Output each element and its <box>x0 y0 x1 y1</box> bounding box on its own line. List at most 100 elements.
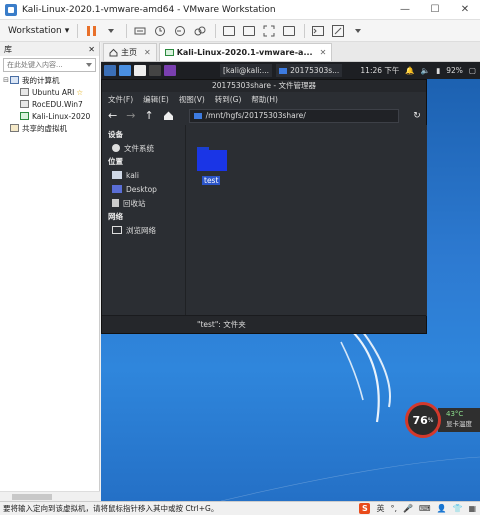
menu-view[interactable]: 视图(V) <box>179 94 205 105</box>
thumbnail-bar-button[interactable] <box>240 23 258 39</box>
sidebar-item-label: 文件系统 <box>124 143 154 153</box>
menu-file[interactable]: 文件(F) <box>108 94 133 105</box>
tree-item-label: Kali-Linux-2020 <box>32 111 91 121</box>
window-title: Kali-Linux-2020.1-vmware-amd64 - VMware … <box>22 4 276 15</box>
taskbar-file-manager[interactable]: 20175303s... <box>276 64 343 77</box>
tree-item-vm[interactable]: Ubuntu ARI ☆ <box>0 86 99 98</box>
snapshot-button[interactable] <box>151 23 169 39</box>
punctuation-icon[interactable]: °, <box>390 504 397 513</box>
sidebar-item-browse-network[interactable]: 浏览网络 <box>102 223 185 237</box>
folder-icon <box>279 67 288 74</box>
microphone-icon[interactable]: 🎤 <box>403 504 413 513</box>
home-icon[interactable] <box>163 110 174 121</box>
back-arrow-icon[interactable]: ← <box>108 109 117 122</box>
workspace-1-icon[interactable] <box>119 65 131 76</box>
toolbar-divider <box>126 23 128 38</box>
tree-item-vm-running[interactable]: Kali-Linux-2020 <box>0 110 99 122</box>
folder-icon[interactable] <box>197 147 227 171</box>
usage-gauge: 76% <box>405 402 441 438</box>
grid-icon[interactable]: ▦ <box>468 504 476 513</box>
reload-icon[interactable]: ↻ <box>408 111 426 121</box>
scrollbar-thumb[interactable] <box>12 494 52 500</box>
sidebar-item-filesystem[interactable]: 文件系统 <box>102 141 185 155</box>
stretch-guest-button[interactable] <box>329 23 347 39</box>
vmware-logo-icon <box>5 3 17 16</box>
notification-bell-icon[interactable]: 🔔 <box>405 66 414 75</box>
volume-icon[interactable]: 🔈 <box>421 66 430 75</box>
menu-edit[interactable]: 编辑(E) <box>143 94 169 105</box>
tree-item-shared-vms[interactable]: 共享的虚拟机 <box>0 122 99 134</box>
library-search-input[interactable] <box>7 61 86 69</box>
ime-language[interactable]: 英 <box>376 503 384 514</box>
file-manager-navbar: ← → ↑ /mnt/hgfs/20175303share/ ↻ <box>102 107 426 124</box>
system-tray: 11:26 下午 🔔 🔈 ▮ 92% ▢ <box>360 65 480 76</box>
kali-menu-icon[interactable] <box>104 65 116 76</box>
tab-kali-vm[interactable]: Kali-Linux-2020.1-vmware-a... ✕ <box>158 43 333 61</box>
forward-arrow-icon[interactable]: → <box>126 109 135 122</box>
maximize-button[interactable]: ☐ <box>420 0 450 20</box>
library-panel: 库 ✕ ⊟ 我的计算机 Ubuntu ARI ☆ RocEDU.Win7 Kal… <box>0 42 100 501</box>
user-icon[interactable]: 👤 <box>437 504 447 513</box>
workspace-2-icon[interactable] <box>134 65 146 76</box>
lock-screen-icon[interactable]: ▢ <box>469 66 476 75</box>
shirt-icon[interactable]: 👕 <box>452 504 462 513</box>
desktop-icon <box>112 185 122 193</box>
menu-help[interactable]: 帮助(H) <box>251 94 278 105</box>
location-bar[interactable]: /mnt/hgfs/20175303share/ <box>188 108 399 123</box>
file-manager-menubar: 文件(F) 编辑(E) 视图(V) 转到(G) 帮助(H) <box>102 92 426 107</box>
chevron-down-icon[interactable] <box>86 62 92 68</box>
revert-snapshot-button[interactable] <box>171 23 189 39</box>
library-close-button[interactable]: ✕ <box>88 45 95 54</box>
battery-percent: 92% <box>446 66 463 75</box>
vm-running-icon <box>164 49 174 56</box>
snapshot-manager-button[interactable] <box>191 23 209 39</box>
menu-go[interactable]: 转到(G) <box>215 94 242 105</box>
minimize-button[interactable]: — <box>390 0 420 20</box>
send-ctrl-alt-del-button[interactable] <box>131 23 149 39</box>
battery-icon[interactable]: ▮ <box>436 66 440 75</box>
power-dropdown[interactable] <box>102 23 120 39</box>
chevron-down-icon: ▾ <box>64 25 70 36</box>
workstation-menu[interactable]: Workstation ▾ <box>4 24 73 38</box>
sidebar-heading-places: 位置 <box>108 157 123 166</box>
sogou-ime-icon[interactable]: S <box>359 503 371 514</box>
sidebar-item-kali[interactable]: kali <box>102 168 185 182</box>
pause-button[interactable] <box>82 23 100 39</box>
tree-item-label: RocEDU.Win7 <box>32 99 83 109</box>
vm-display[interactable]: [kali@kali:... 20175303s... 11:26 下午 🔔 🔈… <box>101 62 480 501</box>
tree-item-my-computer[interactable]: ⊟ 我的计算机 <box>0 74 99 86</box>
computer-icon <box>10 76 19 84</box>
sidebar-heading-devices: 设备 <box>108 130 123 139</box>
sidebar-item-desktop[interactable]: Desktop <box>102 182 185 196</box>
show-library-button[interactable] <box>220 23 238 39</box>
hardware-monitor-widget[interactable]: 43°C 显卡温度 76% <box>405 401 480 439</box>
task-label: [kali@kali:... <box>223 66 270 75</box>
taskbar-terminal[interactable]: [kali@kali:... <box>220 64 273 77</box>
close-button[interactable]: ✕ <box>450 0 480 20</box>
file-manager-window: 20175303share - 文件管理器 文件(F) 编辑(E) 视图(V) … <box>101 79 427 334</box>
keyboard-icon[interactable]: ⌨ <box>419 504 431 513</box>
fullscreen-button[interactable] <box>260 23 278 39</box>
up-arrow-icon[interactable]: ↑ <box>144 109 153 122</box>
sidebar-item-label: kali <box>126 170 139 180</box>
workspace-3-icon[interactable] <box>149 65 161 76</box>
tab-label: 主页 <box>121 48 137 57</box>
tab-label: Kali-Linux-2020.1-vmware-a... <box>176 48 313 57</box>
folder-name-label[interactable]: test <box>202 176 221 185</box>
close-icon[interactable]: ✕ <box>144 48 151 57</box>
close-icon[interactable]: ✕ <box>320 48 327 57</box>
collapse-icon[interactable]: ⊟ <box>2 76 10 84</box>
tab-home[interactable]: 主页 ✕ <box>103 43 157 61</box>
gpu-temp-label: 显卡温度 <box>446 420 472 428</box>
console-view-button[interactable] <box>309 23 327 39</box>
tree-item-vm[interactable]: RocEDU.Win7 <box>0 98 99 110</box>
panel-clock[interactable]: 11:26 下午 <box>360 65 399 76</box>
workstation-menu-label: Workstation <box>8 25 62 36</box>
library-horizontal-scrollbar[interactable] <box>0 491 100 501</box>
file-list-area[interactable]: test <box>187 125 427 316</box>
unity-button[interactable] <box>280 23 298 39</box>
workspace-4-icon[interactable] <box>164 65 176 76</box>
revert-icon <box>175 25 186 36</box>
stretch-dropdown[interactable] <box>349 23 367 39</box>
sidebar-item-trash[interactable]: 回收站 <box>102 196 185 210</box>
